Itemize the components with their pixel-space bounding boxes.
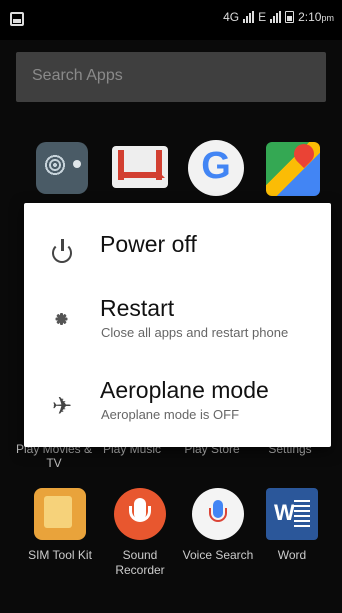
network-type-label: 4G [223, 10, 240, 24]
clock: 2:10pm [298, 10, 334, 24]
aeroplane-mode-option[interactable]: ✈ Aeroplane mode Aeroplane mode is OFF [24, 377, 331, 437]
sim-toolkit-icon [34, 488, 86, 540]
gmail-icon[interactable] [112, 146, 168, 188]
network-type-2-label: E [258, 10, 267, 24]
signal-icon [243, 11, 255, 23]
option-title: Power off [100, 231, 197, 257]
voice-search-icon [192, 488, 244, 540]
microphone-icon [114, 488, 166, 540]
app-voice-search[interactable]: Voice Search [178, 488, 258, 563]
maps-icon[interactable] [266, 142, 320, 196]
app-sim-toolkit[interactable]: SIM Tool Kit [20, 488, 100, 563]
battery-icon [285, 11, 295, 23]
app-sound-recorder[interactable]: Sound Recorder [100, 488, 180, 578]
search-placeholder: Search Apps [32, 67, 123, 84]
search-apps-field[interactable]: Search Apps [16, 52, 326, 102]
signal-2-icon [270, 11, 282, 23]
partially-hidden-app-labels: Play Movies & TV Play Music Play Store S… [0, 442, 342, 476]
radio-icon[interactable] [36, 142, 88, 194]
google-icon[interactable] [188, 140, 244, 196]
option-title: Restart [100, 295, 175, 321]
app-name: Word [277, 548, 307, 562]
app-name: Voice Search [182, 548, 254, 562]
power-menu-dialog: Power off Restart Close all apps and res… [24, 203, 331, 447]
option-subtitle: Close all apps and restart phone [101, 325, 289, 340]
app-name: SIM Tool Kit [28, 548, 92, 562]
gallery-notification-icon [10, 12, 24, 26]
option-title: Aeroplane mode [100, 377, 269, 403]
status-icons: 4G E 2:10pm [223, 10, 334, 24]
option-subtitle: Aeroplane mode is OFF [101, 407, 240, 422]
power-off-option[interactable]: Power off [24, 231, 331, 271]
word-icon: W [266, 488, 318, 540]
airplane-icon: ✈ [51, 393, 73, 420]
app-word[interactable]: W Word [252, 488, 332, 563]
restart-option[interactable]: Restart Close all apps and restart phone [24, 295, 331, 357]
power-icon [48, 237, 76, 265]
status-bar: 4G E 2:10pm [0, 0, 342, 40]
top-app-row [0, 140, 342, 200]
restart-icon [48, 311, 76, 339]
app-name: Sound Recorder [115, 548, 165, 577]
